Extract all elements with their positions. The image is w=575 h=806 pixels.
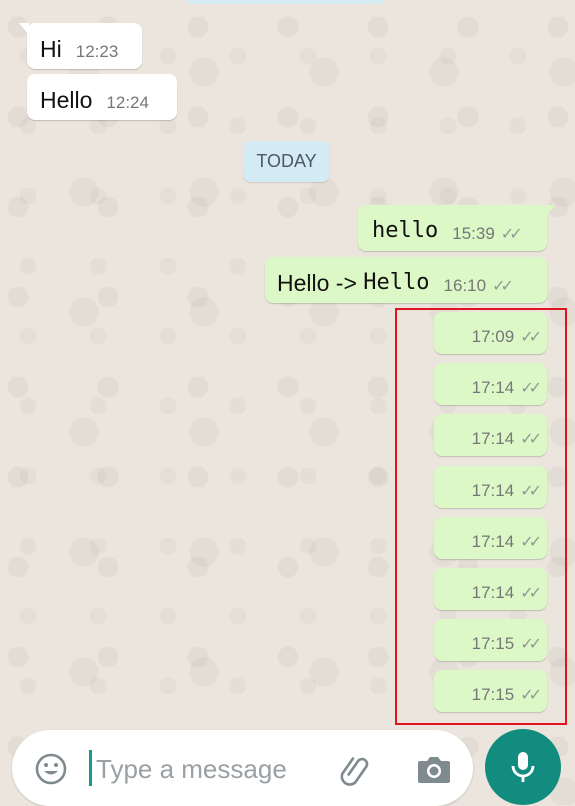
- message-text-monospace: Hello: [363, 270, 430, 295]
- message-time: 12:24: [106, 93, 149, 112]
- microphone-button[interactable]: [485, 729, 561, 805]
- microphone-icon: [511, 752, 535, 782]
- message-time: 12:23: [75, 42, 119, 61]
- message-text: hello: [372, 218, 439, 243]
- incoming-message[interactable]: Hello 12:24: [27, 74, 177, 120]
- camera-icon[interactable]: [416, 752, 452, 786]
- message-input[interactable]: [96, 752, 326, 786]
- incoming-message[interactable]: Hi 12:23: [19, 23, 142, 69]
- outgoing-message[interactable]: Hello -> Hello 16:10 ✓✓: [265, 257, 547, 303]
- outgoing-message[interactable]: hello 15:39 ✓✓: [358, 205, 555, 251]
- message-time: 16:10: [443, 276, 487, 295]
- message-text-prefix: Hello ->: [277, 270, 364, 296]
- message-text: Hi: [40, 36, 62, 62]
- date-chip: TODAY: [243, 141, 330, 182]
- message-text: Hello: [40, 87, 93, 113]
- highlight-box: [395, 308, 567, 725]
- paperclip-icon[interactable]: [338, 751, 376, 789]
- double-check-icon: ✓✓: [500, 226, 523, 243]
- message-time: 15:39: [452, 224, 495, 243]
- previous-date-chip: [185, 0, 385, 4]
- double-check-icon: ✓✓: [492, 278, 514, 295]
- emoji-icon[interactable]: [34, 752, 68, 786]
- text-cursor: [89, 750, 92, 786]
